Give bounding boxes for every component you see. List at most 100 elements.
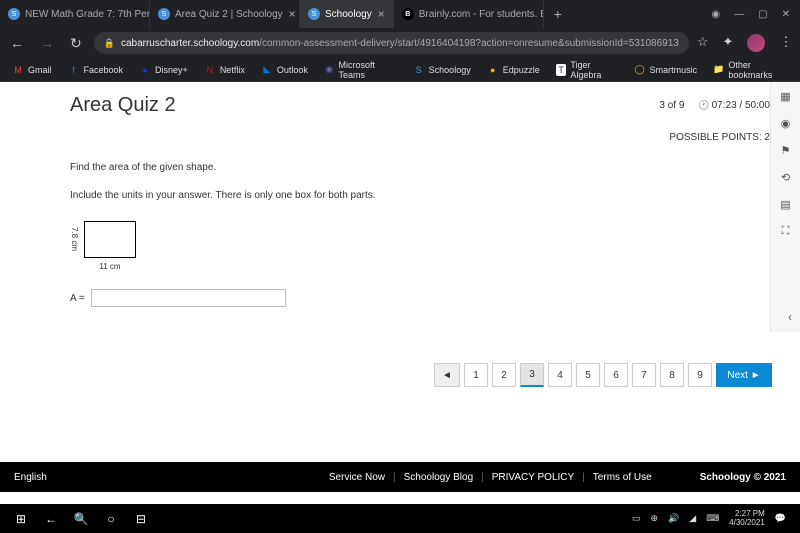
answer-row: A = [70,289,780,307]
teams-icon: ◉ [324,64,335,76]
footer-link[interactable]: Service Now [329,472,385,483]
smartmusic-icon: ◯ [634,64,646,76]
schoology-icon: S [308,8,320,20]
tools-sidebar: ▦ ◉ ⚑ ⟲ ▤ ⛶ [770,82,800,332]
tray-icon[interactable]: ▭ [632,513,641,524]
page-number[interactable]: 2 [492,363,516,387]
maximize-icon[interactable]: ▢ [758,9,767,20]
browser-tab-active[interactable]: S Schoology × [300,0,394,28]
new-tab-button[interactable]: + [544,6,572,22]
schoology-icon: S [413,64,425,76]
footer-link[interactable]: PRIVACY POLICY [492,472,574,483]
close-icon[interactable]: × [283,7,296,21]
other-bookmarks[interactable]: 📁Other bookmarks [707,60,794,80]
minimize-icon[interactable]: — [734,9,744,20]
bookmark-netflix[interactable]: NNetflix [198,64,251,76]
page-number[interactable]: 4 [548,363,572,387]
notifications-icon[interactable]: 💬 [775,513,786,524]
question-block: Find the area of the given shape. Includ… [70,162,780,307]
page-content: Area Quiz 2 3 of 9 07:23 / 50:00 POSSIBL… [0,82,800,462]
answer-input[interactable] [91,289,286,307]
page-number[interactable]: 9 [688,363,712,387]
shape-diagram: 7.8 cm 11 cm [70,221,160,271]
bookmark-teams[interactable]: ◉Microsoft Teams [318,60,403,80]
task-view-icon[interactable]: ⊟ [126,512,156,526]
reload-button[interactable]: ↻ [66,35,86,52]
footer-link[interactable]: Terms of Use [593,472,652,483]
pagination: ◄ 1 2 3 4 5 6 7 8 9 Next ► [434,363,772,387]
search-icon[interactable]: 🔍 [66,512,96,526]
close-window-icon[interactable]: ✕ [782,9,790,20]
time-remaining: 07:23 / 50:00 [698,100,770,111]
language-selector[interactable]: English [14,472,47,483]
browser-tab[interactable]: S NEW Math Grade 7: 7th Perioc × [0,0,150,28]
windows-start-icon[interactable]: ⊞ [6,512,36,526]
calculator-icon[interactable]: ▤ [780,198,790,211]
possible-points: POSSIBLE POINTS: 2 [669,132,770,143]
fullscreen-icon[interactable]: ⛶ [782,225,790,238]
battery-icon[interactable]: ◢ [689,513,696,524]
tab-label: NEW Math Grade 7: 7th Perioc [25,9,150,20]
star-icon[interactable]: ☆ [697,34,709,52]
question-progress: 3 of 9 [659,100,684,111]
forward-button[interactable]: → [36,35,58,51]
keyboard-icon[interactable]: ⌨ [706,513,719,524]
bookmark-gmail[interactable]: MGmail [6,64,58,76]
extensions-icon[interactable]: ✦ [723,34,734,52]
url-bar-row: ← → ↻ 🔒 cabarruscharter.schoology.com/co… [0,28,800,58]
chevron-left-icon[interactable]: ‹ [788,310,792,324]
quiz-meta: 3 of 9 07:23 / 50:00 [659,100,770,111]
page-number-active[interactable]: 3 [520,363,544,387]
system-clock[interactable]: 2:27 PM 4/30/2021 [729,510,765,528]
bookmark-outlook[interactable]: ◣Outlook [255,64,314,76]
close-icon[interactable]: × [372,7,385,21]
page-number[interactable]: 6 [604,363,628,387]
page-number[interactable]: 7 [632,363,656,387]
page-number[interactable]: 1 [464,363,488,387]
accessibility-icon[interactable]: ◉ [781,117,791,130]
url-bar[interactable]: 🔒 cabarruscharter.schoology.com/common-a… [94,32,689,54]
bookmark-facebook[interactable]: fFacebook [62,64,130,76]
width-label: 11 cm [84,262,136,271]
tab-label: Schoology [325,9,372,20]
record-icon[interactable]: ◉ [711,9,720,20]
disney-icon: ● [139,64,151,76]
back-button[interactable]: ← [6,35,28,51]
folder-icon: 📁 [713,64,724,76]
window-controls: ◉ — ▢ ✕ [711,9,800,20]
page-number[interactable]: 5 [576,363,600,387]
bookmark-disney[interactable]: ●Disney+ [133,64,194,76]
browser-tab[interactable]: B Brainly.com - For students. By × [394,0,544,28]
bookmark-schoology[interactable]: SSchoology [407,64,477,76]
cortana-icon[interactable]: ○ [96,512,126,526]
edpuzzle-icon: ● [487,64,499,76]
bookmark-smartmusic[interactable]: ◯Smartmusic [628,64,704,76]
schoology-icon: S [158,8,170,20]
lock-icon: 🔒 [104,38,115,49]
back-icon[interactable]: ← [36,512,66,526]
url-text: cabarruscharter.schoology.com/common-ass… [121,38,679,49]
question-line-2: Include the units in your answer. There … [70,190,780,201]
flag-icon[interactable]: ⚑ [781,144,791,157]
wifi-icon[interactable]: ⊕ [651,513,659,524]
gmail-icon: M [12,64,24,76]
bookmark-edpuzzle[interactable]: ●Edpuzzle [481,64,546,76]
page-next[interactable]: Next ► [716,363,772,387]
answer-label: A = [70,293,85,304]
page-prev[interactable]: ◄ [434,363,460,387]
page-number[interactable]: 8 [660,363,684,387]
page-footer: English Service Now | Schoology Blog | P… [0,462,800,492]
footer-link[interactable]: Schoology Blog [404,472,474,483]
browser-tab[interactable]: S Area Quiz 2 | Schoology × [150,0,300,28]
tiger-icon: T [556,64,567,76]
question-line-1: Find the area of the given shape. [70,162,780,173]
refresh-icon[interactable]: ⟲ [781,171,790,184]
volume-icon[interactable]: 🔊 [668,513,679,524]
calendar-icon[interactable]: ▦ [780,90,790,103]
bookmark-tiger[interactable]: TTiger Algebra [550,60,624,80]
bookmarks-bar: MGmail fFacebook ●Disney+ NNetflix ◣Outl… [0,58,800,82]
avatar-icon[interactable] [747,34,765,52]
browser-tab-bar: S NEW Math Grade 7: 7th Perioc × S Area … [0,0,800,28]
menu-icon[interactable]: ⋮ [779,34,792,52]
facebook-icon: f [68,64,80,76]
